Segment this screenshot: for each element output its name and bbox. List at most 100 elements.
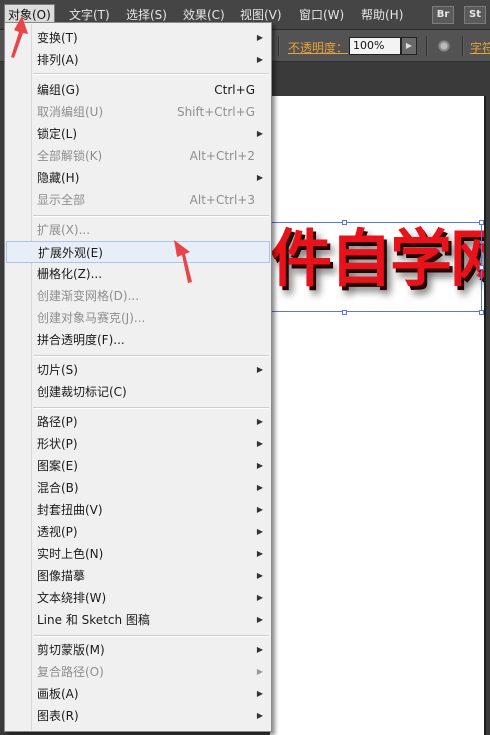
menu-item-label: 锁定(L) (37, 127, 78, 141)
menu-item-label: 创建渐变网格(D)... (37, 289, 140, 303)
menu-item-label: 变换(T) (37, 31, 78, 45)
opacity-input[interactable]: 100% (349, 37, 401, 55)
menu-item-transform[interactable]: 变换(T) ▶ (6, 27, 270, 49)
submenu-arrow-icon: ▶ (256, 571, 263, 580)
menu-item-hide[interactable]: 隐藏(H) ▶ (6, 167, 270, 189)
bridge-button[interactable]: Br (432, 6, 454, 24)
object-menu: 变换(T) ▶ 排列(A) ▶ 编组(G) Ctrl+G 取消编组(U) Shift+C… (4, 22, 272, 732)
divider (426, 36, 428, 56)
menu-item-clipping-mask[interactable]: 剪切蒙版(M) ▶ (6, 639, 270, 661)
menu-item-label: 图表(R) (37, 709, 79, 723)
menu-item-label: 扩展外观(E) (38, 246, 103, 260)
menu-item-shortcut: Alt+Ctrl+3 (189, 193, 255, 207)
menu-separator (33, 355, 269, 357)
menu-separator (33, 635, 269, 637)
selection-handle[interactable] (479, 220, 484, 225)
menu-item-object-mosaic[interactable]: 创建对象马赛克(J)... (6, 307, 270, 329)
submenu-arrow-icon: ▶ (256, 483, 263, 492)
submenu-arrow-icon: ▶ (256, 549, 263, 558)
menu-item-label: 创建对象马赛克(J)... (37, 311, 146, 325)
menu-item-rasterize[interactable]: 栅格化(Z)... (6, 263, 270, 285)
stock-button[interactable]: St (464, 6, 486, 24)
menu-item-blend[interactable]: 混合(B) ▶ (6, 477, 270, 499)
menu-item-shortcut: Alt+Ctrl+2 (189, 149, 255, 163)
menu-item-label: Line 和 Sketch 图稿 (37, 613, 150, 627)
menu-item-label: 切片(S) (37, 363, 78, 377)
submenu-arrow-icon: ▶ (256, 711, 263, 720)
menu-item-perspective[interactable]: 透视(P) ▶ (6, 521, 270, 543)
menu-item-label: 图像描摹 (37, 569, 86, 583)
menu-item-group[interactable]: 编组(G) Ctrl+G (6, 79, 270, 101)
menu-item-label: 全部解锁(K) (37, 149, 103, 163)
menu-item-gradient-mesh[interactable]: 创建渐变网格(D)... (6, 285, 270, 307)
menu-item-label: 画板(A) (37, 687, 79, 701)
menu-item-lock[interactable]: 锁定(L) ▶ (6, 123, 270, 145)
menu-item-label: 栅格化(Z)... (37, 267, 103, 281)
menu-item-artboards[interactable]: 画板(A) ▶ (6, 683, 270, 705)
divider (462, 36, 464, 56)
character-panel-link[interactable]: 字符 (470, 39, 490, 56)
menu-item-slice[interactable]: 切片(S) ▶ (6, 359, 270, 381)
menu-item-shortcut: Shift+Ctrl+G (176, 105, 255, 119)
menu-item-crop-marks[interactable]: 创建裁切标记(C) (6, 381, 270, 403)
submenu-arrow-icon: ▶ (256, 33, 263, 42)
menu-item-pattern[interactable]: 图案(E) ▶ (6, 455, 270, 477)
selection-handle[interactable] (479, 310, 484, 315)
menu-item-label: 扩展(X)... (37, 223, 91, 237)
selection-handle[interactable] (479, 265, 484, 270)
menu-item-unlock-all[interactable]: 全部解锁(K) Alt+Ctrl+2 (6, 145, 270, 167)
menu-item-label: 编组(G) (37, 83, 80, 97)
recolor-artwork-icon[interactable] (437, 39, 451, 53)
menu-item-ungroup[interactable]: 取消编组(U) Shift+Ctrl+G (6, 101, 270, 123)
menu-item-compound-path[interactable]: 复合路径(O) ▶ (6, 661, 270, 683)
submenu-arrow-icon: ▶ (256, 615, 263, 624)
submenu-arrow-icon: ▶ (256, 365, 263, 374)
divider (278, 36, 280, 56)
menu-item-label: 实时上色(N) (37, 547, 104, 561)
submenu-arrow-icon: ▶ (256, 667, 263, 676)
menu-item-label: 排列(A) (37, 53, 79, 67)
submenu-arrow-icon: ▶ (256, 593, 263, 602)
submenu-arrow-icon: ▶ (256, 55, 263, 64)
menu-item-graph[interactable]: 图表(R) ▶ (6, 705, 270, 727)
menu-item-image-trace[interactable]: 图像描摹 ▶ (6, 565, 270, 587)
menu-item-expand-appearance[interactable]: 扩展外观(E) (6, 241, 270, 263)
submenu-arrow-icon: ▶ (256, 417, 263, 426)
menu-separator (33, 73, 269, 75)
menu-item-shape[interactable]: 形状(P) ▶ (6, 433, 270, 455)
menu-item-envelope-distort[interactable]: 封套扭曲(V) ▶ (6, 499, 270, 521)
submenu-arrow-icon: ▶ (256, 645, 263, 654)
menu-item-shortcut: Ctrl+G (214, 83, 255, 97)
artboard-shadow (484, 96, 486, 735)
submenu-arrow-icon: ▶ (256, 527, 263, 536)
menu-item-label: 文本绕排(W) (37, 591, 107, 605)
menu-item-expand[interactable]: 扩展(X)... (6, 219, 270, 241)
menu-item-text-wrap[interactable]: 文本绕排(W) ▶ (6, 587, 270, 609)
selection-handle[interactable] (342, 310, 347, 315)
menu-item-label: 取消编组(U) (37, 105, 104, 119)
menu-item-label: 混合(B) (37, 481, 79, 495)
menu-window[interactable]: 窗口(W) (299, 6, 344, 24)
selection-bounding-box[interactable] (270, 222, 482, 312)
submenu-arrow-icon: ▶ (256, 461, 263, 470)
submenu-arrow-icon: ▶ (256, 689, 263, 698)
menu-item-path[interactable]: 路径(P) ▶ (6, 411, 270, 433)
menu-item-label: 显示全部 (37, 193, 86, 207)
menu-item-label: 创建裁切标记(C) (37, 385, 127, 399)
menu-item-arrange[interactable]: 排列(A) ▶ (6, 49, 270, 71)
menu-item-label: 图案(E) (37, 459, 78, 473)
menu-separator (33, 215, 269, 217)
annotation-arrow-icon (174, 240, 192, 283)
menu-item-show-all[interactable]: 显示全部 Alt+Ctrl+3 (6, 189, 270, 211)
menu-item-live-paint[interactable]: 实时上色(N) ▶ (6, 543, 270, 565)
menu-item-flatten-transparency[interactable]: 拼合透明度(F)... (6, 329, 270, 351)
opacity-label[interactable]: 不透明度： (288, 39, 348, 56)
artboard[interactable] (270, 96, 484, 735)
menu-item-label: 透视(P) (37, 525, 78, 539)
menu-help[interactable]: 帮助(H) (361, 6, 403, 24)
menu-item-label: 封套扭曲(V) (37, 503, 103, 517)
selection-handle[interactable] (342, 220, 347, 225)
submenu-arrow-icon: ▶ (256, 439, 263, 448)
opacity-dropdown-icon[interactable]: ▶ (401, 37, 417, 55)
menu-item-line-sketch-art[interactable]: Line 和 Sketch 图稿 ▶ (6, 609, 270, 631)
